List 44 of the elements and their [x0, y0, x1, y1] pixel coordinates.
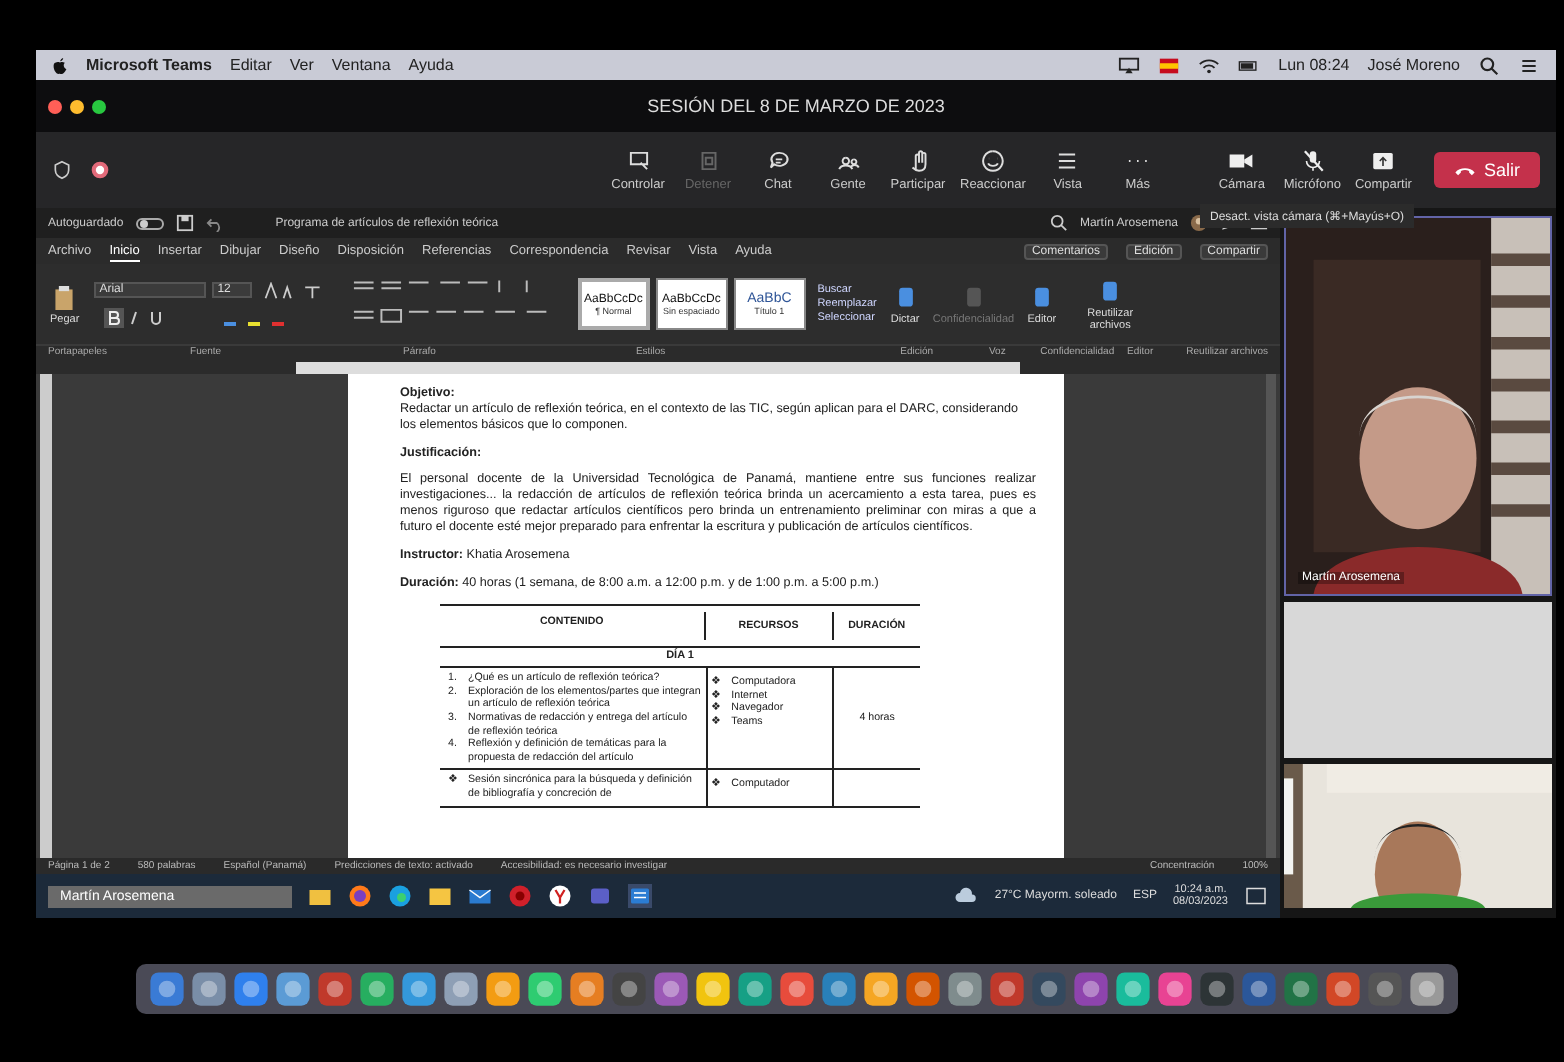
screen-share-icon[interactable]	[1118, 55, 1141, 75]
menu-icon	[1054, 148, 1081, 174]
leave-button[interactable]: Salir	[1433, 152, 1540, 188]
zoom-button[interactable]	[92, 99, 106, 113]
save-icon[interactable]	[175, 214, 194, 232]
share-icon	[1370, 148, 1397, 174]
menu-item[interactable]: Ayuda	[408, 56, 454, 74]
app-icon[interactable]	[693, 969, 731, 1007]
browser-icon[interactable]	[348, 884, 372, 908]
menu-item[interactable]: Ver	[289, 56, 314, 74]
smiley-icon	[979, 148, 1006, 174]
notification-icon[interactable]	[1244, 884, 1268, 908]
menu-item[interactable]: Editar	[229, 56, 272, 74]
word-icon[interactable]	[628, 884, 652, 908]
menu-icon[interactable]	[1518, 55, 1540, 75]
battery-icon[interactable]	[1238, 55, 1261, 75]
close-button[interactable]	[48, 99, 62, 113]
phone-icon	[1453, 163, 1476, 177]
meeting-title: SESIÓN DEL 8 DE MARZO DE 2023	[645, 96, 947, 116]
clipboard-icon	[52, 283, 77, 311]
folder-icon[interactable]	[428, 884, 452, 908]
menu-item[interactable]: Ventana	[331, 56, 391, 74]
minimize-button[interactable]	[70, 99, 84, 113]
wifi-icon[interactable]	[1198, 55, 1221, 75]
cloud-icon[interactable]	[954, 884, 979, 908]
teams-icon[interactable]	[588, 884, 612, 908]
scroll-bar[interactable]	[1266, 374, 1276, 858]
apple-icon[interactable]	[52, 55, 68, 75]
browser-icon[interactable]	[388, 884, 412, 908]
shield-icon[interactable]	[52, 160, 72, 180]
undo-icon[interactable]	[205, 214, 224, 232]
mail-icon[interactable]	[468, 884, 492, 908]
screen-share-icon	[625, 148, 651, 174]
app-menu[interactable]: Microsoft Teams	[86, 56, 212, 74]
menu-clock[interactable]: Lun 08:24	[1278, 56, 1350, 74]
folder-icon[interactable]	[308, 884, 332, 908]
user-name[interactable]: José Moreno	[1367, 56, 1460, 74]
chat-icon	[765, 148, 791, 174]
app-icon[interactable]	[548, 884, 572, 908]
autosave-toggle[interactable]	[135, 217, 164, 229]
record-icon[interactable]	[90, 160, 110, 180]
search-icon[interactable]	[1049, 214, 1068, 232]
flag-icon[interactable]	[1158, 55, 1181, 75]
search-icon[interactable]	[1478, 55, 1500, 75]
